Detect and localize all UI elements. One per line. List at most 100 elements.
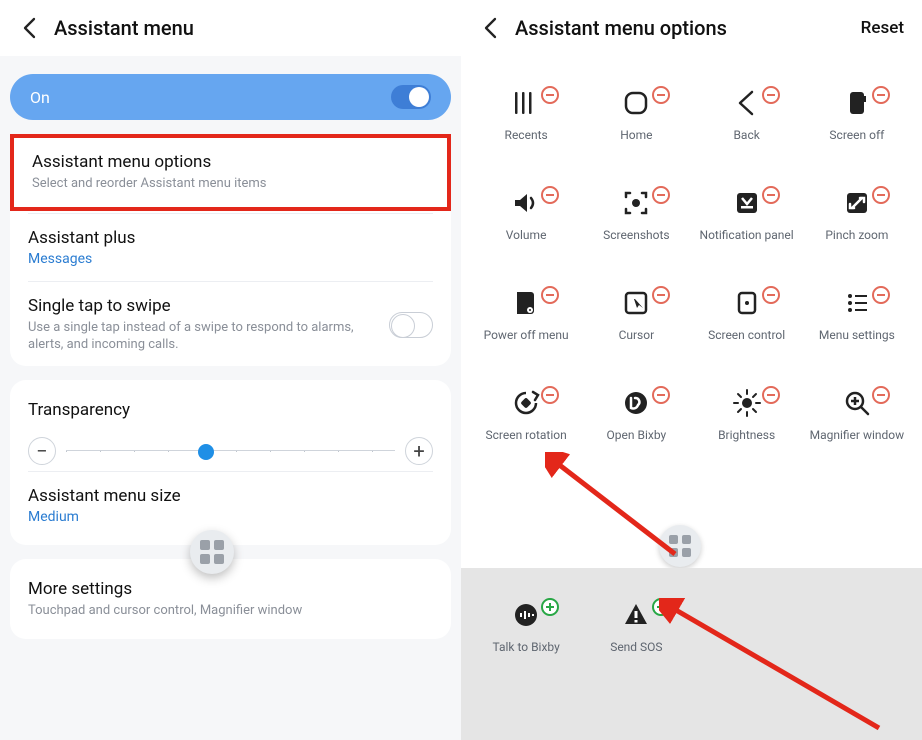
toggle-switch-off-icon[interactable] xyxy=(389,312,433,338)
volume-icon xyxy=(511,186,541,220)
grid-item-screenoff[interactable]: Screen off xyxy=(804,86,910,182)
grid-item-home[interactable]: Home xyxy=(583,86,689,182)
back-icon[interactable] xyxy=(18,17,40,39)
grid-item-cursor[interactable]: Cursor xyxy=(583,286,689,382)
slider-thumb-icon[interactable] xyxy=(198,444,214,460)
screenoff-icon xyxy=(842,86,872,120)
grid-item-label: Notification panel xyxy=(700,228,794,243)
grid-item-label: Screen off xyxy=(829,128,884,143)
grid-item-label: Talk to Bixby xyxy=(492,640,559,655)
transparency-slider[interactable]: − + xyxy=(10,423,451,469)
grid-item-label: Power off menu xyxy=(484,328,569,343)
screenshot-icon xyxy=(621,186,651,220)
remove-badge-icon[interactable] xyxy=(541,186,559,204)
row-sub: Use a single tap instead of a swipe to r… xyxy=(28,319,389,354)
annotation-arrow-icon xyxy=(659,598,889,738)
toggle-label: On xyxy=(30,88,50,107)
grid-item-label: Pinch zoom xyxy=(825,228,888,243)
remove-badge-icon[interactable] xyxy=(872,286,890,304)
power-icon xyxy=(511,286,541,320)
divider xyxy=(28,281,433,282)
sos-icon xyxy=(621,598,651,632)
group-options: Assistant menu options Select and reorde… xyxy=(10,134,451,366)
group-more: More settings Touchpad and cursor contro… xyxy=(10,559,451,640)
grid-item-label: Screen rotation xyxy=(485,428,566,443)
assistant-menu-options-screen: Assistant menu options Reset Recents Home… xyxy=(461,0,922,740)
grid-item-talkbixby[interactable]: Talk to Bixby xyxy=(473,598,579,694)
talkbixby-icon xyxy=(511,598,541,632)
mag-icon xyxy=(842,386,872,420)
divider xyxy=(28,213,433,214)
remove-badge-icon[interactable] xyxy=(872,186,890,204)
grid-item-label: Volume xyxy=(506,228,547,243)
page-title: Assistant menu xyxy=(54,16,194,40)
bixby-icon xyxy=(621,386,651,420)
grid-item-screenshot[interactable]: Screenshots xyxy=(583,186,689,282)
pinch-icon xyxy=(842,186,872,220)
assistant-fab-icon[interactable] xyxy=(190,530,234,574)
grid-item-label: Screenshots xyxy=(603,228,669,243)
single-tap-row[interactable]: Single tap to swipe Use a single tap ins… xyxy=(10,284,451,366)
grid-item-back[interactable]: Back xyxy=(694,86,800,182)
menu-size-row[interactable]: Assistant menu size Medium xyxy=(10,474,451,537)
grid-item-screenctrl[interactable]: Screen control xyxy=(694,286,800,382)
row-title: Assistant plus xyxy=(28,228,433,248)
screenctrl-icon xyxy=(732,286,762,320)
divider xyxy=(28,471,433,472)
home-icon xyxy=(621,86,651,120)
row-title: Transparency xyxy=(28,400,433,420)
grid-item-label: Menu settings xyxy=(819,328,895,343)
remove-badge-icon[interactable] xyxy=(762,186,780,204)
remove-badge-icon[interactable] xyxy=(541,386,559,404)
remove-badge-icon[interactable] xyxy=(762,86,780,104)
master-toggle[interactable]: On xyxy=(10,74,451,120)
reset-button[interactable]: Reset xyxy=(861,18,904,38)
remove-badge-icon[interactable] xyxy=(652,86,670,104)
remove-badge-icon[interactable] xyxy=(762,386,780,404)
annotation-arrow-icon xyxy=(545,452,685,564)
grid-item-volume[interactable]: Volume xyxy=(473,186,579,282)
grid-item-label: Send SOS xyxy=(610,640,662,655)
grid-item-mag[interactable]: Magnifier window xyxy=(804,386,910,482)
grid-item-notif[interactable]: Notification panel xyxy=(694,186,800,282)
row-title: More settings xyxy=(28,579,433,599)
grid-item-bright[interactable]: Brightness xyxy=(694,386,800,482)
row-sub: Select and reorder Assistant menu items xyxy=(32,175,429,193)
remove-badge-icon[interactable] xyxy=(541,86,559,104)
notif-icon xyxy=(732,186,762,220)
recents-icon xyxy=(511,86,541,120)
grid-item-label: Cursor xyxy=(619,328,655,343)
slider-track[interactable] xyxy=(66,450,395,452)
grid-item-pinch[interactable]: Pinch zoom xyxy=(804,186,910,282)
assistant-plus-row[interactable]: Assistant plus Messages xyxy=(10,216,451,279)
remove-badge-icon[interactable] xyxy=(652,386,670,404)
remove-badge-icon[interactable] xyxy=(872,386,890,404)
row-accent: Messages xyxy=(28,251,433,267)
toggle-switch-icon[interactable] xyxy=(391,85,431,109)
grid-item-menuset[interactable]: Menu settings xyxy=(804,286,910,382)
grid-item-label: Recents xyxy=(505,128,548,143)
remove-badge-icon[interactable] xyxy=(652,286,670,304)
row-sub: Touchpad and cursor control, Magnifier w… xyxy=(28,602,433,620)
grid-item-recents[interactable]: Recents xyxy=(473,86,579,182)
grid-item-label: Open Bixby xyxy=(607,428,667,443)
plus-button[interactable]: + xyxy=(405,437,433,465)
remove-badge-icon[interactable] xyxy=(762,286,780,304)
remove-badge-icon[interactable] xyxy=(652,186,670,204)
remove-badge-icon[interactable] xyxy=(872,86,890,104)
bright-icon xyxy=(732,386,762,420)
assistant-menu-screen: Assistant menu On Assistant menu options… xyxy=(0,0,461,740)
more-settings-row[interactable]: More settings Touchpad and cursor contro… xyxy=(10,567,451,632)
add-badge-icon[interactable] xyxy=(541,598,559,616)
cursor-icon xyxy=(621,286,651,320)
grid-item-power[interactable]: Power off menu xyxy=(473,286,579,382)
assistant-menu-options-row[interactable]: Assistant menu options Select and reorde… xyxy=(10,134,451,211)
minus-button[interactable]: − xyxy=(28,437,56,465)
group-transparency: Transparency − + Assistant menu size Med… xyxy=(10,380,451,545)
remove-badge-icon[interactable] xyxy=(541,286,559,304)
rotate-icon xyxy=(511,386,541,420)
back-icon xyxy=(732,86,762,120)
page-title: Assistant menu options xyxy=(515,16,727,40)
header: Assistant menu options Reset xyxy=(461,0,922,56)
back-icon[interactable] xyxy=(479,17,501,39)
